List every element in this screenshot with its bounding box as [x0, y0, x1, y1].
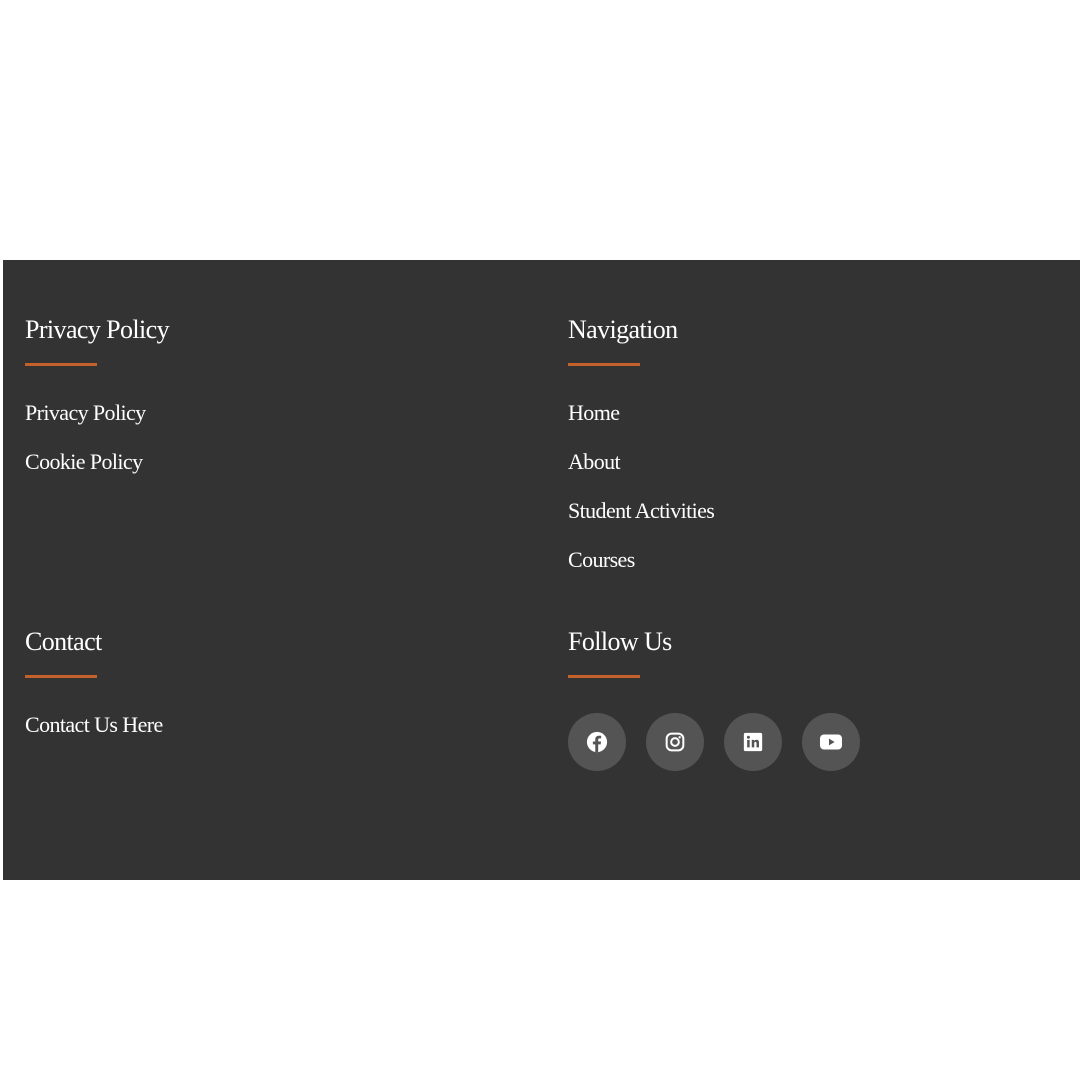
privacy-links: Privacy Policy Cookie Policy — [25, 401, 169, 499]
instagram-icon — [665, 732, 685, 752]
linkedin-icon — [743, 732, 763, 752]
social-links — [568, 713, 860, 771]
navigation-heading-underline — [568, 363, 640, 366]
follow-section: Follow Us — [568, 626, 860, 771]
privacy-section: Privacy Policy Privacy Policy Cookie Pol… — [25, 314, 170, 499]
cookie-policy-link-label[interactable]: Cookie Policy — [25, 450, 143, 474]
nav-courses-link-label[interactable]: Courses — [568, 548, 635, 572]
privacy-heading: Privacy Policy — [25, 315, 170, 344]
contact-heading: Contact — [25, 627, 102, 656]
contact-us-link-label[interactable]: Contact Us Here — [25, 713, 163, 737]
contact-section: Contact Contact Us Here — [25, 626, 163, 762]
instagram-button[interactable] — [646, 713, 704, 771]
privacy-heading-underline — [25, 363, 97, 366]
navigation-section: Navigation Home About Student Activities… — [568, 314, 715, 597]
nav-about-link[interactable]: About — [568, 450, 714, 499]
contact-heading-underline — [25, 675, 97, 678]
youtube-button[interactable] — [802, 713, 860, 771]
privacy-policy-link-label[interactable]: Privacy Policy — [25, 401, 146, 425]
facebook-button[interactable] — [568, 713, 626, 771]
nav-student-activities-link-label[interactable]: Student Activities — [568, 499, 715, 523]
navigation-heading: Navigation — [568, 315, 678, 344]
contact-us-link[interactable]: Contact Us Here — [25, 713, 163, 762]
nav-home-link[interactable]: Home — [568, 401, 714, 450]
nav-about-link-label[interactable]: About — [568, 450, 621, 474]
facebook-icon — [586, 731, 608, 753]
nav-courses-link[interactable]: Courses — [568, 548, 714, 597]
youtube-icon — [820, 734, 842, 750]
privacy-policy-link[interactable]: Privacy Policy — [25, 401, 169, 450]
navigation-links: Home About Student Activities Courses — [568, 401, 715, 597]
follow-heading: Follow Us — [568, 627, 672, 656]
nav-student-activities-link[interactable]: Student Activities — [568, 499, 715, 548]
site-footer: Privacy Policy Privacy Policy Cookie Pol… — [3, 260, 1080, 880]
nav-home-link-label[interactable]: Home — [568, 401, 620, 425]
linkedin-button[interactable] — [724, 713, 782, 771]
contact-links: Contact Us Here — [25, 713, 163, 762]
cookie-policy-link[interactable]: Cookie Policy — [25, 450, 169, 499]
follow-heading-underline — [568, 675, 640, 678]
